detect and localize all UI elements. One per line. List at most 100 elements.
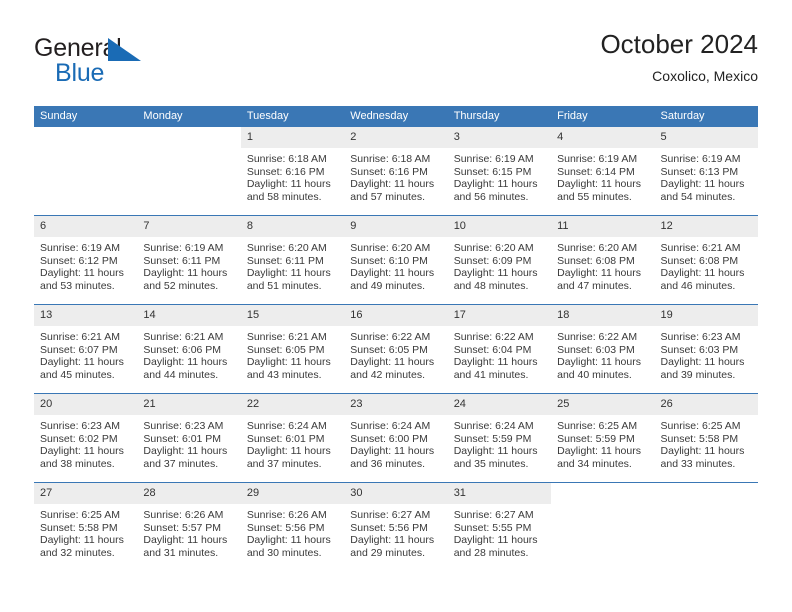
day-cell[interactable]: 9 Sunrise: 6:20 AM Sunset: 6:10 PM Dayli… <box>344 215 448 305</box>
sunset-text: Sunset: 6:08 PM <box>660 254 739 267</box>
day-cell[interactable]: 16 Sunrise: 6:22 AM Sunset: 6:05 PM Dayl… <box>344 304 448 394</box>
week-row: 1 Sunrise: 6:18 AM Sunset: 6:16 PM Dayli… <box>34 127 758 216</box>
weekday-header-saturday: Saturday <box>654 106 758 127</box>
day-details: Sunrise: 6:20 AM Sunset: 6:10 PM Dayligh… <box>344 237 447 292</box>
day-number: 19 <box>654 305 758 326</box>
day-number: 28 <box>137 483 241 504</box>
day-number: 18 <box>551 305 655 326</box>
day-details: Sunrise: 6:24 AM Sunset: 6:00 PM Dayligh… <box>344 415 447 470</box>
weekday-header-row: Sunday Monday Tuesday Wednesday Thursday… <box>34 106 758 127</box>
day-cell[interactable]: 6 Sunrise: 6:19 AM Sunset: 6:12 PM Dayli… <box>34 215 138 305</box>
daylight-text-line1: Daylight: 11 hours <box>557 178 641 191</box>
day-cell[interactable] <box>137 127 241 216</box>
day-details: Sunrise: 6:25 AM Sunset: 5:58 PM Dayligh… <box>34 504 137 559</box>
sunrise-text: Sunrise: 6:19 AM <box>143 242 224 254</box>
day-cell[interactable]: 15 Sunrise: 6:21 AM Sunset: 6:05 PM Dayl… <box>240 304 345 394</box>
day-cell[interactable]: 17 Sunrise: 6:22 AM Sunset: 6:04 PM Dayl… <box>447 304 552 394</box>
sunrise-text: Sunrise: 6:19 AM <box>40 242 120 254</box>
day-details: Sunrise: 6:23 AM Sunset: 6:03 PM Dayligh… <box>655 326 758 381</box>
sunrise-text: Sunrise: 6:24 AM <box>453 420 534 432</box>
day-number <box>137 127 241 148</box>
day-cell[interactable]: 5 Sunrise: 6:19 AM Sunset: 6:13 PM Dayli… <box>654 127 758 216</box>
triangle-flag-logo-icon <box>108 38 142 64</box>
day-cell[interactable]: 22 Sunrise: 6:24 AM Sunset: 6:01 PM Dayl… <box>240 393 345 483</box>
day-cell[interactable]: 29 Sunrise: 6:26 AM Sunset: 5:56 PM Dayl… <box>240 482 345 571</box>
day-cell[interactable]: 25 Sunrise: 6:25 AM Sunset: 5:59 PM Dayl… <box>551 393 655 483</box>
day-cell[interactable]: 3 Sunrise: 6:19 AM Sunset: 6:15 PM Dayli… <box>447 127 552 216</box>
sunrise-text: Sunrise: 6:21 AM <box>660 242 741 254</box>
day-cell[interactable]: 11 Sunrise: 6:20 AM Sunset: 6:08 PM Dayl… <box>551 215 655 305</box>
day-details: Sunrise: 6:24 AM Sunset: 5:59 PM Dayligh… <box>448 415 551 470</box>
day-cell[interactable] <box>34 127 138 216</box>
day-details: Sunrise: 6:19 AM Sunset: 6:14 PM Dayligh… <box>551 148 654 203</box>
day-details: Sunrise: 6:20 AM Sunset: 6:08 PM Dayligh… <box>551 237 654 292</box>
day-cell[interactable]: 23 Sunrise: 6:24 AM Sunset: 6:00 PM Dayl… <box>344 393 448 483</box>
day-number: 22 <box>240 394 345 415</box>
day-cell[interactable]: 12 Sunrise: 6:21 AM Sunset: 6:08 PM Dayl… <box>654 215 758 305</box>
day-number: 4 <box>551 127 655 148</box>
daylight-text-line1: Daylight: 11 hours <box>453 178 538 191</box>
sunset-text: Sunset: 6:09 PM <box>453 254 532 267</box>
sunrise-text: Sunrise: 6:20 AM <box>557 242 638 254</box>
sunset-text: Sunset: 6:01 PM <box>143 432 222 445</box>
page-header: General Blue October 2024 Coxolico, Mexi… <box>34 28 758 98</box>
daylight-text-line1: Daylight: 11 hours <box>143 356 228 369</box>
day-cell[interactable]: 14 Sunrise: 6:21 AM Sunset: 6:06 PM Dayl… <box>137 304 241 394</box>
day-cell[interactable]: 26 Sunrise: 6:25 AM Sunset: 5:58 PM Dayl… <box>654 393 758 483</box>
sunset-text: Sunset: 5:58 PM <box>40 521 118 534</box>
day-cell[interactable]: 13 Sunrise: 6:21 AM Sunset: 6:07 PM Dayl… <box>34 304 138 394</box>
daylight-text-line1: Daylight: 11 hours <box>350 356 435 369</box>
daylight-text-line1: Daylight: 11 hours <box>350 267 435 280</box>
day-cell[interactable] <box>654 482 758 571</box>
day-cell[interactable]: 1 Sunrise: 6:18 AM Sunset: 6:16 PM Dayli… <box>240 127 345 216</box>
daylight-text-line1: Daylight: 11 hours <box>660 267 745 280</box>
day-cell[interactable]: 4 Sunrise: 6:19 AM Sunset: 6:14 PM Dayli… <box>551 127 655 216</box>
daylight-text-line1: Daylight: 11 hours <box>660 356 745 369</box>
day-number: 7 <box>137 216 241 237</box>
sunrise-text: Sunrise: 6:20 AM <box>453 242 534 254</box>
day-details: Sunrise: 6:23 AM Sunset: 6:01 PM Dayligh… <box>137 415 240 470</box>
day-number: 6 <box>34 216 138 237</box>
sunrise-text: Sunrise: 6:19 AM <box>557 153 638 165</box>
day-number: 17 <box>447 305 552 326</box>
daylight-text-line2: and 57 minutes. <box>350 190 425 203</box>
sunset-text: Sunset: 6:07 PM <box>40 343 118 356</box>
daylight-text-line1: Daylight: 11 hours <box>350 178 435 191</box>
daylight-text-line2: and 40 minutes. <box>557 368 632 381</box>
day-number: 30 <box>344 483 448 504</box>
sunset-text: Sunset: 5:58 PM <box>660 432 739 445</box>
sunset-text: Sunset: 6:16 PM <box>246 165 325 178</box>
sunrise-text: Sunrise: 6:23 AM <box>143 420 224 432</box>
day-cell[interactable] <box>551 482 655 571</box>
daylight-text-line1: Daylight: 11 hours <box>453 267 538 280</box>
day-cell[interactable]: 21 Sunrise: 6:23 AM Sunset: 6:01 PM Dayl… <box>137 393 241 483</box>
day-cell[interactable]: 31 Sunrise: 6:27 AM Sunset: 5:55 PM Dayl… <box>447 482 552 571</box>
daylight-text-line2: and 44 minutes. <box>143 368 219 381</box>
day-cell[interactable]: 10 Sunrise: 6:20 AM Sunset: 6:09 PM Dayl… <box>447 215 552 305</box>
day-details <box>655 504 758 509</box>
day-cell[interactable]: 20 Sunrise: 6:23 AM Sunset: 6:02 PM Dayl… <box>34 393 138 483</box>
day-cell[interactable]: 8 Sunrise: 6:20 AM Sunset: 6:11 PM Dayli… <box>240 215 345 305</box>
sunrise-text: Sunrise: 6:27 AM <box>350 509 431 521</box>
day-cell[interactable]: 7 Sunrise: 6:19 AM Sunset: 6:11 PM Dayli… <box>137 215 241 305</box>
daylight-text-line2: and 37 minutes. <box>143 457 219 470</box>
day-details: Sunrise: 6:21 AM Sunset: 6:06 PM Dayligh… <box>137 326 240 381</box>
sunrise-text: Sunrise: 6:19 AM <box>660 153 741 165</box>
general-blue-logo[interactable]: General Blue <box>34 34 254 92</box>
day-cell[interactable]: 24 Sunrise: 6:24 AM Sunset: 5:59 PM Dayl… <box>447 393 552 483</box>
day-number: 21 <box>137 394 241 415</box>
day-cell[interactable]: 18 Sunrise: 6:22 AM Sunset: 6:03 PM Dayl… <box>551 304 655 394</box>
day-cell[interactable]: 28 Sunrise: 6:26 AM Sunset: 5:57 PM Dayl… <box>137 482 241 571</box>
daylight-text-line1: Daylight: 11 hours <box>453 356 538 369</box>
daylight-text-line1: Daylight: 11 hours <box>143 534 228 547</box>
day-cell[interactable]: 30 Sunrise: 6:27 AM Sunset: 5:56 PM Dayl… <box>344 482 448 571</box>
day-cell[interactable]: 27 Sunrise: 6:25 AM Sunset: 5:58 PM Dayl… <box>34 482 138 571</box>
sunrise-text: Sunrise: 6:26 AM <box>246 509 327 521</box>
daylight-text-line1: Daylight: 11 hours <box>246 178 331 191</box>
day-cell[interactable]: 2 Sunrise: 6:18 AM Sunset: 6:16 PM Dayli… <box>344 127 448 216</box>
daylight-text-line2: and 39 minutes. <box>660 368 736 381</box>
sunrise-text: Sunrise: 6:23 AM <box>40 420 120 432</box>
day-cell[interactable]: 19 Sunrise: 6:23 AM Sunset: 6:03 PM Dayl… <box>654 304 758 394</box>
day-number: 9 <box>344 216 448 237</box>
day-number: 5 <box>654 127 758 148</box>
